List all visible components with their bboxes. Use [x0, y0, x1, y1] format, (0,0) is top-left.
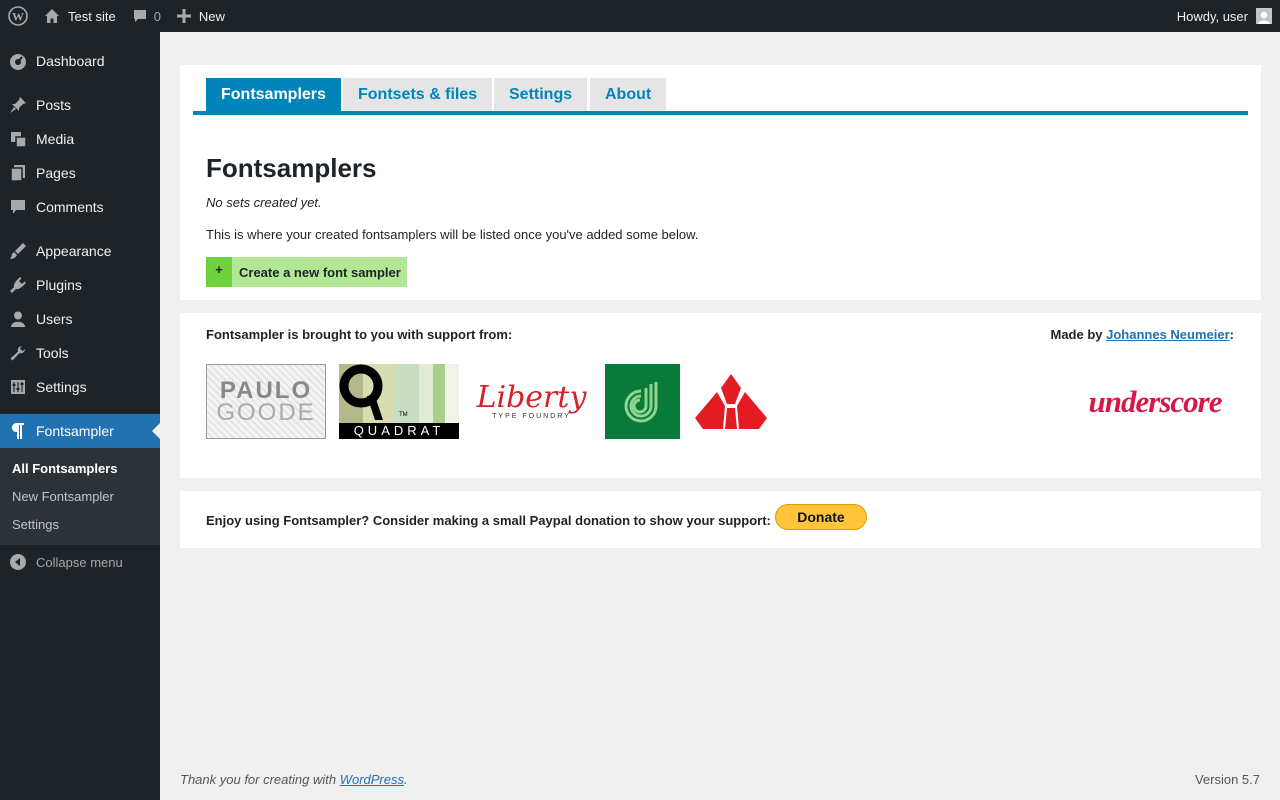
admin-menu: Dashboard Posts Media Pages Comments App…	[0, 44, 160, 448]
wordpress-link[interactable]: WordPress	[340, 772, 404, 787]
quadrat-q-mark-icon	[339, 364, 383, 420]
menu-item-dashboard[interactable]: Dashboard	[0, 44, 160, 78]
account-menu[interactable]: Howdy, user	[1169, 0, 1280, 32]
footer-thanks: Thank you for creating with WordPress.	[180, 772, 408, 787]
new-content-link[interactable]: New	[169, 0, 233, 32]
menu-label-posts: Posts	[36, 97, 72, 113]
made-by: Made by Johannes Neumeier:	[1050, 327, 1234, 342]
donate-message: Enjoy using Fontsampler? Consider making…	[206, 513, 771, 528]
support-panel: Fontsampler is brought to you with suppo…	[180, 313, 1261, 478]
paulo-goode-logo[interactable]: PAULO GOODE	[206, 364, 326, 439]
site-name-label: Test site	[68, 8, 116, 24]
collapse-arrow-icon	[0, 553, 36, 571]
collapse-menu-button[interactable]: Collapse menu	[0, 545, 160, 579]
menu-label-plugins: Plugins	[36, 277, 82, 293]
avatar	[1256, 8, 1272, 24]
menu-item-pages[interactable]: Pages	[0, 156, 160, 190]
menu-label-users: Users	[36, 311, 73, 327]
media-icon	[0, 122, 36, 156]
menu-label-comments: Comments	[36, 199, 104, 215]
menu-item-plugins[interactable]: Plugins	[0, 268, 160, 302]
quadrat-logo-text: QUADRAT	[353, 423, 445, 438]
greeting-label: Howdy, user	[1176, 8, 1248, 24]
comments-icon	[0, 190, 36, 224]
settings-icon	[0, 370, 36, 404]
menu-label-dashboard: Dashboard	[36, 53, 105, 69]
liberty-type-foundry-logo[interactable]: Liberty TYPE FOUNDRY	[474, 364, 589, 439]
pilcrow-icon	[0, 414, 36, 448]
menu-label-settings: Settings	[36, 379, 87, 395]
menu-item-users[interactable]: Users	[0, 302, 160, 336]
green-swirl-logo[interactable]	[605, 364, 680, 439]
tab-about[interactable]: About	[590, 78, 667, 111]
fontsampler-submenu: All Fontsamplers New Fontsampler Setting…	[0, 448, 160, 545]
wordpress-logo-icon[interactable]: W	[0, 0, 36, 32]
red-crown-logo[interactable]	[694, 364, 768, 439]
red-crown-logo-icon	[695, 373, 767, 429]
comment-bubble-icon	[132, 8, 148, 24]
pin-icon	[0, 88, 36, 122]
tab-fontsamplers[interactable]: Fontsamplers	[206, 78, 341, 111]
made-by-suffix: :	[1229, 327, 1234, 342]
main-content: Fontsamplers Fontsets & files Settings A…	[180, 65, 1261, 548]
plus-icon	[176, 9, 191, 23]
comments-link[interactable]: 0	[124, 0, 169, 32]
liberty-logo-text: Liberty	[476, 380, 587, 415]
menu-item-appearance[interactable]: Appearance	[0, 234, 160, 268]
footer-thanks-suffix: .	[404, 772, 408, 787]
users-icon	[0, 302, 36, 336]
footer-version: Version 5.7	[1194, 772, 1260, 787]
menu-label-media: Media	[36, 131, 75, 147]
menu-label-fontsampler: Fontsampler	[36, 423, 114, 439]
wrench-icon	[0, 336, 36, 370]
quadrat-logo[interactable]: TM QUADRAT	[339, 364, 459, 439]
pages-icon	[0, 156, 36, 190]
menu-item-comments[interactable]: Comments	[0, 190, 160, 224]
menu-label-appearance: Appearance	[36, 243, 112, 259]
brush-icon	[0, 234, 36, 268]
list-description: This is where your created fontsamplers …	[206, 227, 699, 242]
fontsamplers-panel: Fontsamplers Fontsets & files Settings A…	[180, 65, 1261, 300]
paulo-logo-text-bottom: GOODE	[216, 398, 316, 426]
menu-item-media[interactable]: Media	[0, 122, 160, 156]
plugin-icon	[0, 268, 36, 302]
nav-tabs: Fontsamplers Fontsets & files Settings A…	[193, 78, 1248, 115]
comments-count: 0	[153, 8, 161, 24]
menu-item-posts[interactable]: Posts	[0, 88, 160, 122]
create-button-label: Create a new font sampler	[239, 264, 401, 280]
menu-item-settings[interactable]: Settings	[0, 370, 160, 404]
submenu-settings[interactable]: Settings	[0, 510, 160, 538]
admin-sidebar: Dashboard Posts Media Pages Comments App…	[0, 32, 160, 800]
author-link[interactable]: Johannes Neumeier	[1106, 327, 1230, 342]
new-label: New	[198, 8, 225, 24]
page-title: Fontsamplers	[206, 153, 377, 183]
support-heading: Fontsampler is brought to you with suppo…	[206, 327, 513, 342]
submenu-all-fontsamplers[interactable]: All Fontsamplers	[0, 454, 160, 482]
no-sets-message: No sets created yet.	[206, 195, 322, 210]
menu-label-tools: Tools	[36, 345, 69, 361]
svg-text:W: W	[12, 10, 24, 24]
menu-item-tools[interactable]: Tools	[0, 336, 160, 370]
plus-icon: +	[206, 257, 232, 287]
green-swirl-logo-icon	[624, 381, 657, 422]
quadrat-trademark: TM	[399, 412, 408, 418]
footer-thanks-prefix: Thank you for creating with	[180, 772, 340, 787]
tab-fontsets-files[interactable]: Fontsets & files	[343, 78, 493, 111]
create-font-sampler-button[interactable]: + Create a new font sampler	[206, 257, 407, 287]
collapse-menu-label: Collapse menu	[36, 554, 123, 570]
made-by-prefix: Made by	[1050, 327, 1107, 342]
donate-panel: Enjoy using Fontsampler? Consider making…	[180, 491, 1261, 548]
paypal-donate-button[interactable]: Donate	[775, 504, 867, 530]
submenu-new-fontsampler[interactable]: New Fontsampler	[0, 482, 160, 510]
tab-settings[interactable]: Settings	[494, 78, 588, 111]
site-name-link[interactable]: Test site	[36, 0, 124, 32]
admin-bar: W Test site 0 New Howdy, user	[0, 0, 1280, 32]
home-icon	[44, 8, 60, 24]
underscore-logo[interactable]: underscore	[1076, 364, 1234, 439]
menu-item-fontsampler[interactable]: Fontsampler	[0, 414, 160, 448]
menu-label-pages: Pages	[36, 165, 76, 181]
liberty-logo-subtext: TYPE FOUNDRY	[492, 413, 571, 420]
dashboard-icon	[0, 44, 36, 78]
